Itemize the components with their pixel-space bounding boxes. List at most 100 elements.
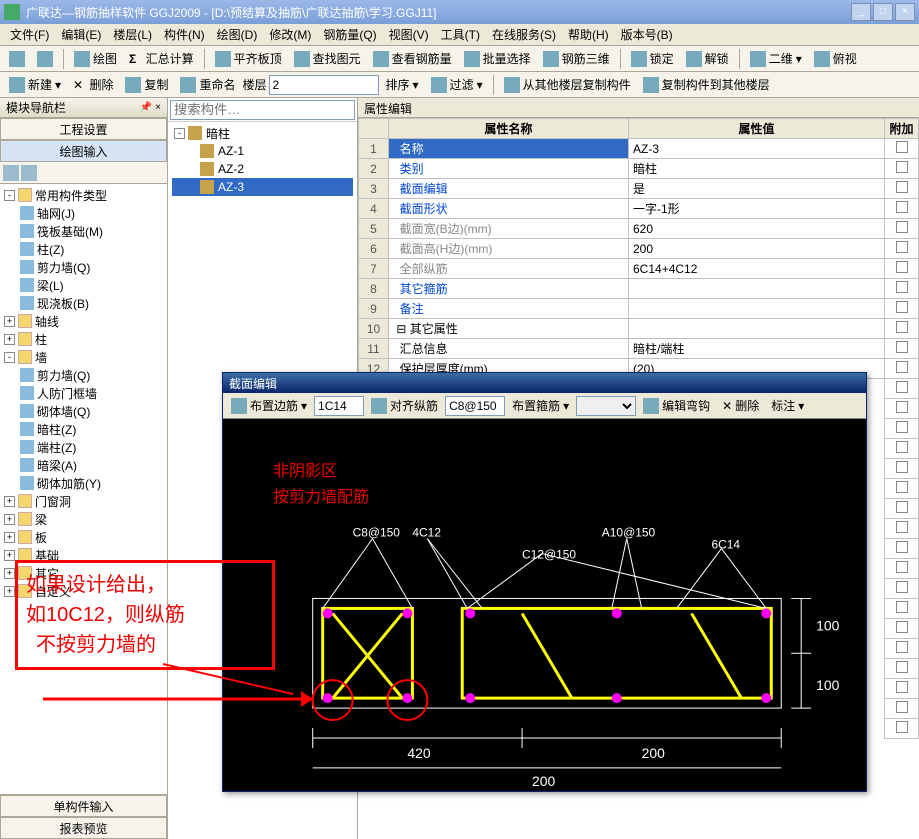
toggle-icon[interactable]: - bbox=[4, 190, 15, 201]
draw-button[interactable]: 绘图 bbox=[69, 48, 122, 70]
minimize-button[interactable]: _ bbox=[851, 3, 871, 21]
tree-item[interactable]: 现浇板(B) bbox=[37, 295, 89, 312]
delete-button[interactable]: ✕ 删除 bbox=[68, 74, 118, 96]
property-row[interactable]: 3 截面编辑是 bbox=[359, 179, 919, 199]
expand-icon[interactable] bbox=[3, 165, 19, 181]
find-button[interactable]: 查找图元 bbox=[289, 48, 366, 70]
menu-view[interactable]: 视图(V) bbox=[383, 24, 435, 45]
tree-group[interactable]: 柱 bbox=[35, 331, 47, 348]
menu-edit[interactable]: 编辑(E) bbox=[55, 24, 107, 45]
tree-group[interactable]: 墙 bbox=[35, 349, 47, 366]
menu-version[interactable]: 版本号(B) bbox=[615, 24, 679, 45]
property-row[interactable]: 2 类别暗柱 bbox=[359, 159, 919, 179]
property-row[interactable]: 1 名称AZ-3 bbox=[359, 139, 919, 159]
menu-rebar[interactable]: 钢筋量(Q) bbox=[317, 24, 382, 45]
copy-from-button[interactable]: 从其他楼层复制构件 bbox=[499, 74, 636, 96]
tree-item[interactable]: 暗梁(A) bbox=[37, 457, 77, 474]
toggle-icon[interactable]: + bbox=[4, 568, 15, 579]
menu-draw[interactable]: 绘图(D) bbox=[211, 24, 264, 45]
lock-button[interactable]: 锁定 bbox=[626, 48, 679, 70]
sort-button[interactable]: 排序▾ bbox=[381, 74, 424, 96]
pin-icon[interactable]: 📌 × bbox=[140, 102, 161, 113]
tree-group[interactable]: 板 bbox=[35, 529, 47, 546]
panel-report[interactable]: 报表预览 bbox=[0, 817, 167, 839]
plan-button[interactable]: 平齐板顶 bbox=[210, 48, 287, 70]
2d-button[interactable]: 二维▾ bbox=[745, 48, 807, 70]
comp-item[interactable]: AZ-2 bbox=[218, 162, 244, 176]
stirrup-button[interactable]: 布置箍筋▾ bbox=[507, 395, 574, 417]
tree-item[interactable]: 暗柱(Z) bbox=[37, 421, 76, 438]
floor-select[interactable] bbox=[269, 75, 379, 95]
panel-engineering[interactable]: 工程设置 bbox=[0, 118, 167, 140]
property-row[interactable]: 7 全部纵筋6C14+4C12 bbox=[359, 259, 919, 279]
toggle-icon[interactable]: + bbox=[4, 532, 15, 543]
comp-root[interactable]: 暗柱 bbox=[206, 125, 230, 142]
tree-item[interactable]: 剪力墙(Q) bbox=[37, 367, 90, 384]
batch-button[interactable]: 批量选择 bbox=[459, 48, 536, 70]
tree-item[interactable]: 剪力墙(Q) bbox=[37, 259, 90, 276]
tree-group[interactable]: 门窗洞 bbox=[35, 493, 71, 510]
copy-button[interactable]: 复制 bbox=[120, 74, 173, 96]
delete-rebar-button[interactable]: ✕删除 bbox=[717, 395, 764, 417]
tree-root[interactable]: 常用构件类型 bbox=[35, 187, 107, 204]
menu-help[interactable]: 帮助(H) bbox=[562, 24, 615, 45]
tree-item[interactable]: 砌体墙(Q) bbox=[37, 403, 90, 420]
toggle-icon[interactable]: + bbox=[4, 496, 15, 507]
redo-button[interactable] bbox=[32, 48, 58, 70]
toggle-icon[interactable]: - bbox=[4, 352, 15, 363]
menu-tool[interactable]: 工具(T) bbox=[435, 24, 486, 45]
stirrup-select[interactable] bbox=[576, 396, 636, 416]
maximize-button[interactable]: □ bbox=[873, 3, 893, 21]
annotate-button[interactable]: 标注▾ bbox=[766, 395, 809, 417]
edge-value-input[interactable] bbox=[314, 396, 364, 416]
toggle-icon[interactable]: + bbox=[4, 550, 15, 561]
property-row[interactable]: 8 其它箍筋 bbox=[359, 279, 919, 299]
tree-item[interactable]: 砌体加筋(Y) bbox=[37, 475, 101, 492]
rebar-button[interactable]: 查看钢筋量 bbox=[368, 48, 457, 70]
copy-to-button[interactable]: 复制构件到其他楼层 bbox=[638, 74, 775, 96]
align-value-input[interactable] bbox=[445, 396, 505, 416]
toggle-icon[interactable]: + bbox=[4, 334, 15, 345]
close-button[interactable]: × bbox=[895, 3, 915, 21]
menu-file[interactable]: 文件(F) bbox=[4, 24, 55, 45]
property-row[interactable]: 9 备注 bbox=[359, 299, 919, 319]
panel-draw-input[interactable]: 绘图输入 bbox=[0, 140, 167, 162]
hook-button[interactable]: 编辑弯钩 bbox=[638, 395, 715, 417]
rename-button[interactable]: 重命名 bbox=[175, 74, 240, 96]
section-canvas[interactable]: C8@150 4C12 C12@150 A10@150 6C14 420 200… bbox=[223, 419, 866, 791]
property-row[interactable]: 5 截面宽(B边)(mm)620 bbox=[359, 219, 919, 239]
toggle-icon[interactable]: + bbox=[4, 586, 15, 597]
search-input[interactable] bbox=[170, 100, 355, 120]
tree-item[interactable]: 人防门框墙 bbox=[37, 385, 97, 402]
section-editor-window[interactable]: 截面编辑 布置边筋▾ 对齐纵筋 布置箍筋▾ 编辑弯钩 ✕删除 标注▾ bbox=[222, 372, 867, 792]
property-row[interactable]: 4 截面形状一字-1形 bbox=[359, 199, 919, 219]
comp-item-selected[interactable]: AZ-3 bbox=[218, 180, 244, 194]
menu-component[interactable]: 构件(N) bbox=[158, 24, 211, 45]
tree-item[interactable]: 端柱(Z) bbox=[37, 439, 76, 456]
filter-button[interactable]: 过滤▾ bbox=[426, 74, 488, 96]
edge-rebar-button[interactable]: 布置边筋▾ bbox=[226, 395, 312, 417]
section-editor-title[interactable]: 截面编辑 bbox=[223, 373, 866, 393]
summary-button[interactable]: Σ 汇总计算 bbox=[124, 48, 199, 70]
new-button[interactable]: 新建▾ bbox=[4, 74, 66, 96]
menu-floor[interactable]: 楼层(L) bbox=[107, 24, 158, 45]
tree-item[interactable]: 梁(L) bbox=[37, 277, 64, 294]
undo-button[interactable] bbox=[4, 48, 30, 70]
property-row[interactable]: 6 截面高(H边)(mm)200 bbox=[359, 239, 919, 259]
property-row[interactable]: 10 ⊟ 其它属性 bbox=[359, 319, 919, 339]
tree-group[interactable]: 梁 bbox=[35, 511, 47, 528]
property-row[interactable]: 11 汇总信息暗柱/端柱 bbox=[359, 339, 919, 359]
panel-single-input[interactable]: 单构件输入 bbox=[0, 795, 167, 817]
3d-button[interactable]: 俯视 bbox=[809, 48, 862, 70]
collapse-icon[interactable] bbox=[21, 165, 37, 181]
menu-modify[interactable]: 修改(M) bbox=[263, 24, 317, 45]
toggle-icon[interactable]: + bbox=[4, 514, 15, 525]
comp-item[interactable]: AZ-1 bbox=[218, 144, 244, 158]
toggle-icon[interactable]: + bbox=[4, 316, 15, 327]
tree-item[interactable]: 筏板基础(M) bbox=[37, 223, 103, 240]
menu-online[interactable]: 在线服务(S) bbox=[486, 24, 562, 45]
tree-group[interactable]: 轴线 bbox=[35, 313, 59, 330]
align-rebar-button[interactable]: 对齐纵筋 bbox=[366, 395, 443, 417]
tree-item[interactable]: 柱(Z) bbox=[37, 241, 64, 258]
unlock-button[interactable]: 解锁 bbox=[681, 48, 734, 70]
